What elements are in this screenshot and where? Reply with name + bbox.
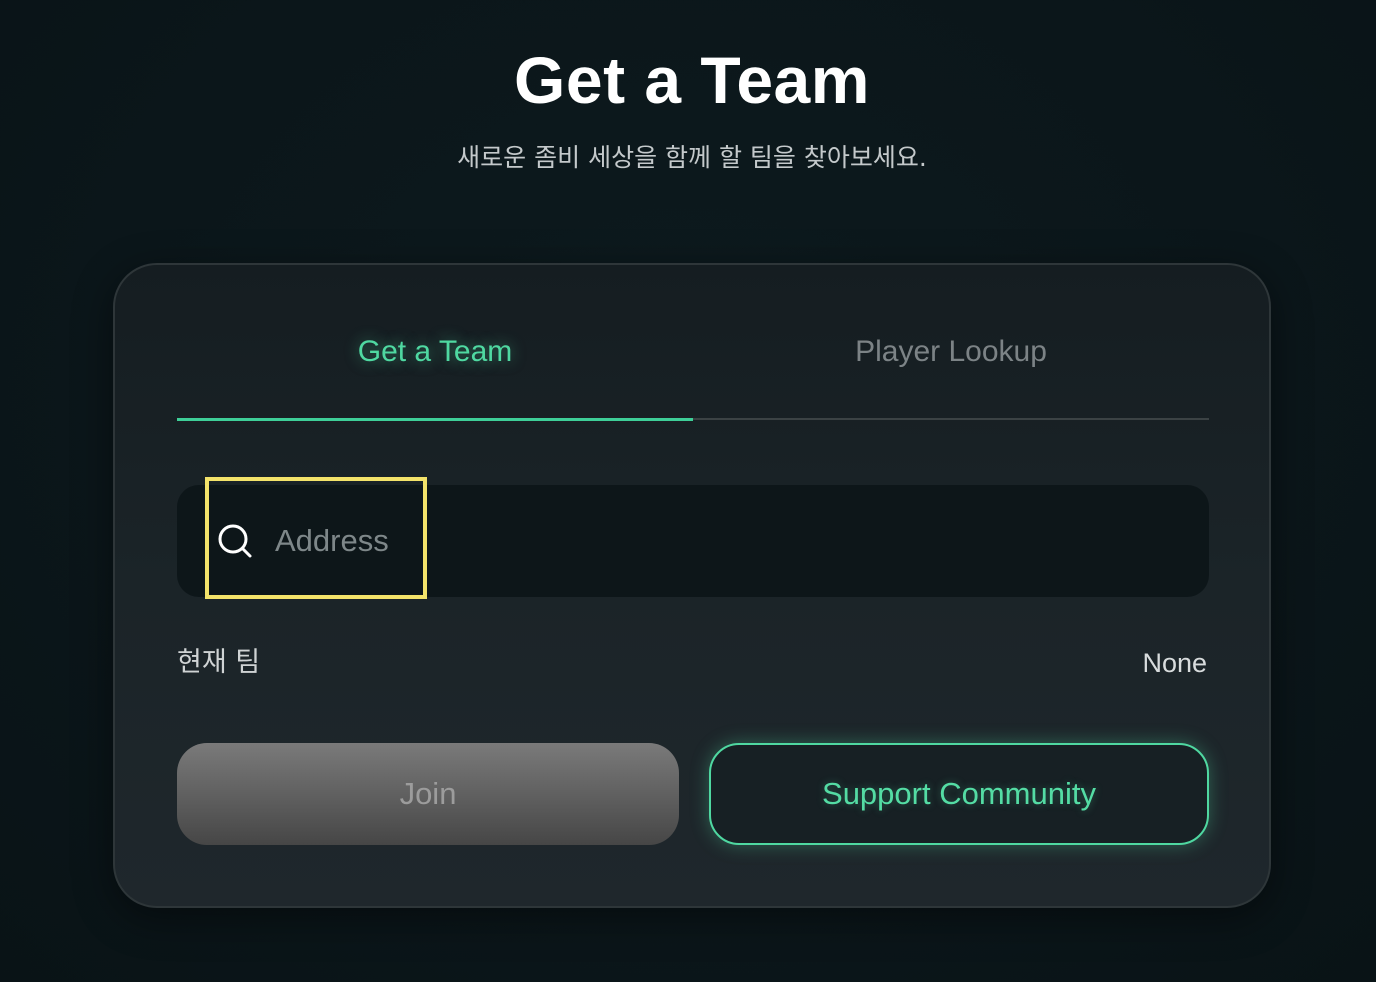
current-team-label: 현재 팀 <box>177 647 261 678</box>
page-title: Get a Team <box>514 43 870 117</box>
address-search-input[interactable] <box>275 513 1175 569</box>
tab-player-lookup-label: Player Lookup <box>855 335 1047 368</box>
search-icon <box>217 523 253 559</box>
team-card: Get a Team Player Lookup 현재 팀 None Join … <box>113 263 1271 908</box>
tab-get-a-team[interactable]: Get a Team <box>177 315 693 421</box>
tab-get-a-team-label: Get a Team <box>357 335 513 368</box>
support-community-button[interactable]: Support Community <box>709 743 1209 845</box>
join-button[interactable]: Join <box>177 743 679 845</box>
tab-bar: Get a Team Player Lookup <box>177 315 1209 421</box>
search-box[interactable] <box>177 477 1209 599</box>
tab-player-lookup[interactable]: Player Lookup <box>693 315 1209 420</box>
page-subtitle: 새로운 좀비 세상을 함께 할 팀을 찾아보세요. <box>457 143 927 172</box>
current-team-value: None <box>1142 648 1207 678</box>
